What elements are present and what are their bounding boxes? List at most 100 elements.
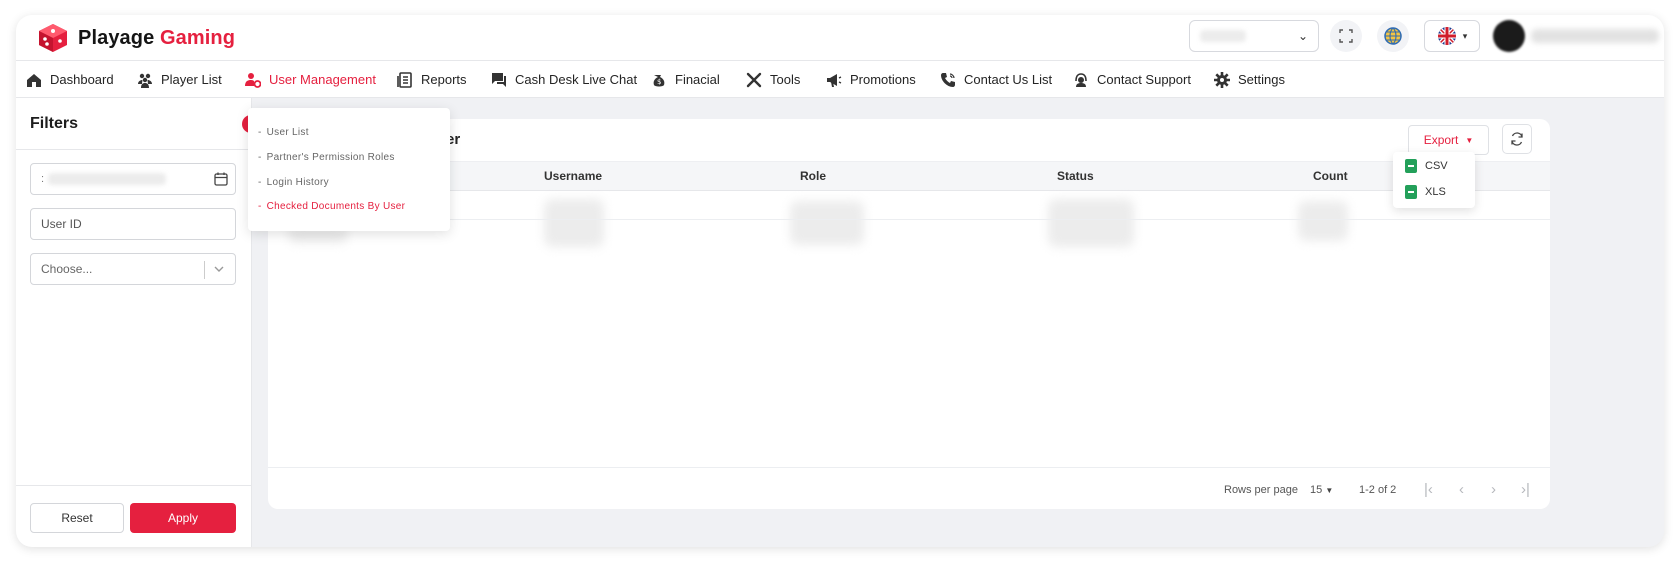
menu-item-checked-documents-by-user[interactable]: - Checked Documents By User (258, 201, 405, 212)
divider (16, 485, 252, 486)
nav-label: Dashboard (50, 72, 114, 87)
nav-promotions[interactable]: Promotions (826, 61, 916, 98)
app-window: Playage Gaming ⌄ ▾ Dashboard Player List… (16, 15, 1664, 547)
redacted-cell (1048, 199, 1134, 247)
nav-label: Cash Desk Live Chat (515, 72, 638, 87)
pagination-range: 1-2 of 2 (1359, 484, 1397, 496)
support-icon (1075, 72, 1087, 87)
chevron-down-icon (214, 266, 224, 272)
nav-contact-support[interactable]: Contact Support (1073, 61, 1191, 98)
column-header-count[interactable]: Count (1313, 169, 1348, 183)
avatar[interactable] (1493, 20, 1525, 52)
redacted-date (48, 173, 167, 185)
nav-label: Contact Us List (964, 72, 1053, 87)
nav-label: Promotions (850, 72, 916, 87)
menu-item-user-list[interactable]: - User List (258, 127, 309, 138)
nav-tools[interactable]: Tools (746, 61, 800, 98)
date-prefix: : (41, 173, 45, 185)
brand-logo[interactable]: Playage Gaming (36, 22, 235, 54)
megaphone-icon (827, 73, 842, 87)
uk-flag-icon (1437, 27, 1456, 45)
export-label: Export (1423, 133, 1459, 147)
nav-label: Tools (770, 72, 801, 87)
next-page-icon[interactable]: › (1491, 481, 1496, 498)
caret-down-icon: ▾ (1462, 30, 1468, 41)
gear-icon (1214, 71, 1230, 88)
fullscreen-icon (1339, 29, 1353, 43)
globe-button[interactable] (1377, 20, 1409, 52)
reset-button[interactable]: Reset (30, 503, 124, 533)
reports-icon (397, 71, 412, 88)
results-card: er Export ▼ Username Role Status Count R… (268, 119, 1550, 509)
fullscreen-button[interactable] (1330, 20, 1362, 52)
filters-panel: Filters : User ID Choose... Reset Apply (16, 98, 252, 547)
redacted-value (1200, 30, 1246, 42)
home-icon (27, 73, 41, 87)
chevron-down-icon: ⌄ (1297, 29, 1308, 43)
account-select[interactable]: ⌄ (1189, 20, 1319, 52)
choose-placeholder: Choose... (41, 262, 93, 276)
column-header-status[interactable]: Status (1057, 169, 1094, 183)
nav-cash-desk-live-chat[interactable]: Cash Desk Live Chat (491, 61, 637, 98)
xls-file-icon (1405, 185, 1417, 199)
table-header: Username Role Status Count (268, 161, 1550, 191)
previous-page-icon[interactable]: ‹ (1459, 481, 1464, 498)
dice-logo-icon (39, 24, 67, 52)
user-id-placeholder: User ID (41, 217, 82, 231)
top-bar: Playage Gaming ⌄ ▾ (16, 15, 1664, 61)
redacted-cell (544, 199, 604, 247)
nav-label: User Management (269, 72, 376, 87)
row-divider (268, 219, 1550, 220)
choose-select[interactable]: Choose... (30, 253, 236, 285)
user-id-field[interactable]: User ID (30, 208, 236, 240)
nav-player-list[interactable]: Player List (137, 61, 222, 98)
menu-item-login-history[interactable]: - Login History (258, 177, 329, 188)
nav-dashboard[interactable]: Dashboard (26, 61, 114, 98)
refresh-button[interactable] (1502, 124, 1532, 154)
export-menu: CSV XLS (1393, 152, 1475, 208)
users-icon (138, 73, 152, 88)
column-header-role[interactable]: Role (800, 169, 826, 183)
globe-icon (1384, 27, 1402, 45)
csv-file-icon (1405, 159, 1417, 173)
last-page-icon[interactable]: ›| (1521, 481, 1530, 498)
nav-contact-us-list[interactable]: Contact Us List (940, 61, 1052, 98)
rows-per-page: Rows per page 15 ▼ (1224, 484, 1333, 496)
main-nav: Dashboard Player List User Management Re… (16, 61, 1664, 98)
caret-down-icon: ▼ (1465, 135, 1474, 145)
nav-finacial[interactable]: $ Finacial (651, 61, 720, 98)
first-page-icon[interactable]: |‹ (1424, 481, 1433, 498)
svg-text:$: $ (657, 78, 661, 86)
rows-per-page-label: Rows per page (1224, 484, 1298, 496)
nav-settings[interactable]: Settings (1214, 61, 1285, 98)
user-management-menu: - User List - Partner's Permission Roles -… (248, 108, 450, 231)
rows-per-page-select[interactable]: 15 ▼ (1310, 484, 1333, 496)
export-button[interactable]: Export ▼ (1408, 125, 1489, 155)
language-select[interactable]: ▾ (1424, 20, 1480, 52)
nav-reports[interactable]: Reports (397, 61, 467, 98)
filters-title: Filters (30, 115, 79, 132)
brand-name: Playage Gaming (78, 26, 236, 49)
financial-icon: $ (653, 74, 665, 86)
nav-user-management[interactable]: User Management (245, 61, 376, 98)
phone-icon (941, 72, 955, 87)
redacted-username (1531, 29, 1659, 43)
apply-button[interactable]: Apply (130, 503, 236, 533)
nav-label: Player List (161, 72, 222, 87)
export-csv-option[interactable]: CSV (1405, 159, 1448, 173)
column-header-username[interactable]: Username (544, 169, 602, 183)
menu-item-partner-permission-roles[interactable]: - Partner's Permission Roles (258, 152, 395, 163)
divider (268, 467, 1550, 468)
date-range-field[interactable]: : (30, 163, 236, 195)
nav-label: Reports (421, 72, 467, 87)
calendar-icon[interactable] (213, 171, 229, 187)
divider (16, 149, 252, 150)
chat-icon (492, 72, 506, 87)
refresh-icon (1511, 132, 1523, 146)
nav-label: Settings (1238, 72, 1285, 87)
redacted-cell (1298, 201, 1348, 241)
export-xls-option[interactable]: XLS (1405, 185, 1446, 199)
caret-down-icon: ▼ (1325, 486, 1334, 495)
tools-icon (746, 72, 762, 87)
user-management-icon (245, 72, 261, 88)
